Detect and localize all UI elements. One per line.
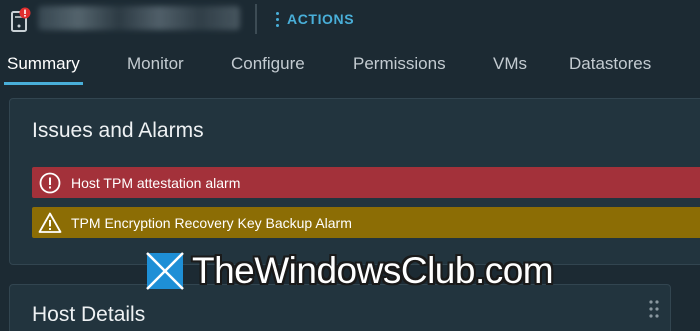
actions-label: ACTIONS (287, 11, 355, 27)
tab-permissions[interactable]: Permissions (353, 46, 446, 86)
alarm-label: Host TPM attestation alarm (71, 174, 241, 191)
panel-title: Host Details (32, 303, 146, 326)
watermark: TheWindowsClub.com (146, 248, 554, 294)
alarm-label: TPM Encryption Recovery Key Backup Alarm (71, 214, 352, 231)
kebab-icon (276, 11, 279, 27)
tab-vms[interactable]: VMs (493, 46, 527, 86)
host-name-redacted (38, 6, 240, 30)
header-divider (255, 4, 257, 34)
tab-summary[interactable]: Summary (4, 46, 83, 86)
panel-title: Issues and Alarms (32, 119, 204, 142)
object-header: ACTIONS (0, 0, 700, 38)
warning-triangle-icon (38, 212, 62, 233)
alarm-item-error[interactable]: Host TPM attestation alarm (32, 167, 700, 198)
error-circle-icon (39, 172, 61, 193)
windows-logo-icon (146, 252, 184, 290)
alarm-item-warning[interactable]: TPM Encryption Recovery Key Backup Alarm (32, 207, 700, 238)
tab-bar: Summary Monitor Configure Permissions VM… (0, 46, 700, 86)
tab-datastores[interactable]: Datastores (569, 46, 651, 86)
error-badge-icon (19, 7, 31, 19)
server-icon (11, 7, 31, 32)
vsphere-host-view: ACTIONS Summary Monitor Configure Permis… (0, 0, 700, 331)
drag-handle-icon[interactable] (648, 299, 660, 319)
tab-configure[interactable]: Configure (231, 46, 305, 86)
actions-button[interactable]: ACTIONS (276, 10, 354, 28)
tab-monitor[interactable]: Monitor (127, 46, 184, 86)
watermark-text: TheWindowsClub.com (192, 250, 554, 291)
